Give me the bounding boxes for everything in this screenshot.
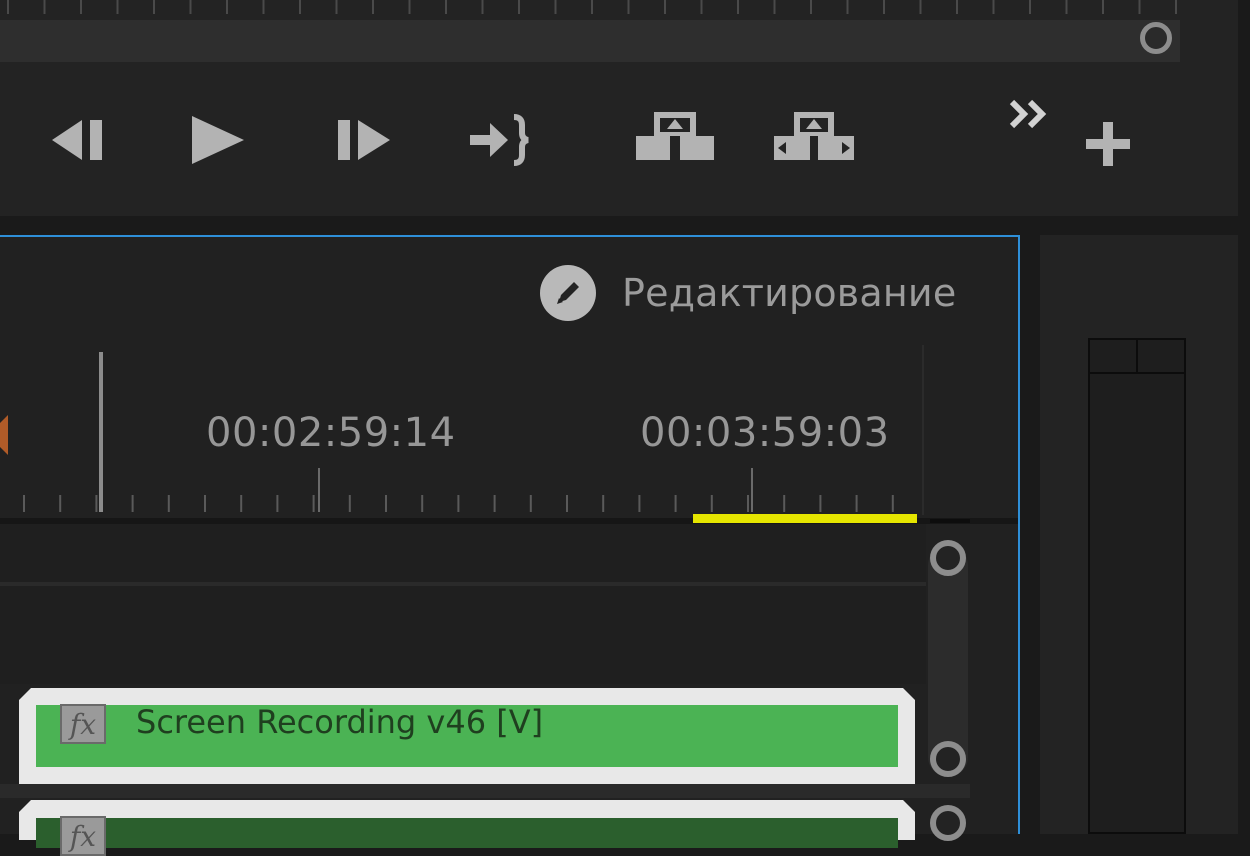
track-lane[interactable] bbox=[0, 586, 926, 684]
clip-name: Screen Recording v46 [V] bbox=[136, 703, 544, 741]
play-button[interactable] bbox=[190, 114, 246, 166]
button-editor-add[interactable] bbox=[1084, 120, 1132, 168]
audio-meter bbox=[1088, 338, 1186, 834]
step-forward-button[interactable] bbox=[336, 118, 392, 162]
panel-gutter bbox=[1238, 0, 1250, 834]
in-out-range-bar[interactable] bbox=[693, 514, 917, 523]
step-forward-icon bbox=[338, 120, 390, 160]
timecode-label: 00:02:59:14 bbox=[206, 410, 456, 456]
step-back-button[interactable] bbox=[52, 118, 108, 162]
track-divider bbox=[0, 784, 970, 798]
scrollbar-handle-top[interactable] bbox=[930, 540, 966, 576]
ruler-divider bbox=[930, 519, 970, 523]
clip-body[interactable] bbox=[36, 818, 898, 848]
fx-badge-icon[interactable]: fx bbox=[60, 704, 106, 744]
workspace-label: Редактирование bbox=[622, 271, 957, 315]
go-to-out-button[interactable] bbox=[468, 113, 534, 167]
pencil-icon bbox=[540, 265, 596, 321]
extract-button[interactable] bbox=[772, 110, 856, 162]
workspace-switcher[interactable]: Редактирование bbox=[540, 265, 956, 321]
track-lane[interactable] bbox=[0, 524, 926, 582]
monitor-zoom-handle[interactable] bbox=[1140, 22, 1172, 54]
scrollbar-handle-top[interactable] bbox=[930, 805, 966, 841]
meter-divider bbox=[1136, 340, 1138, 373]
step-back-icon bbox=[52, 120, 102, 160]
play-icon bbox=[192, 116, 244, 164]
monitor-ruler[interactable] bbox=[0, 0, 1180, 18]
extract-icon bbox=[774, 112, 854, 160]
timecode-label: 00:03:59:03 bbox=[640, 410, 890, 456]
lift-button[interactable] bbox=[634, 110, 716, 162]
playhead[interactable] bbox=[99, 352, 103, 512]
overflow-chevron-icon bbox=[1009, 99, 1047, 129]
insert-icon bbox=[470, 114, 529, 166]
ruler-separator bbox=[922, 345, 924, 515]
scrollbar-handle-bottom[interactable] bbox=[930, 741, 966, 777]
add-button-icon bbox=[1086, 122, 1130, 166]
more-controls-button[interactable] bbox=[1008, 98, 1052, 132]
lift-icon bbox=[636, 112, 714, 160]
monitor-scrub-bar[interactable] bbox=[0, 20, 1180, 62]
fx-badge-icon[interactable]: fx bbox=[60, 816, 106, 856]
